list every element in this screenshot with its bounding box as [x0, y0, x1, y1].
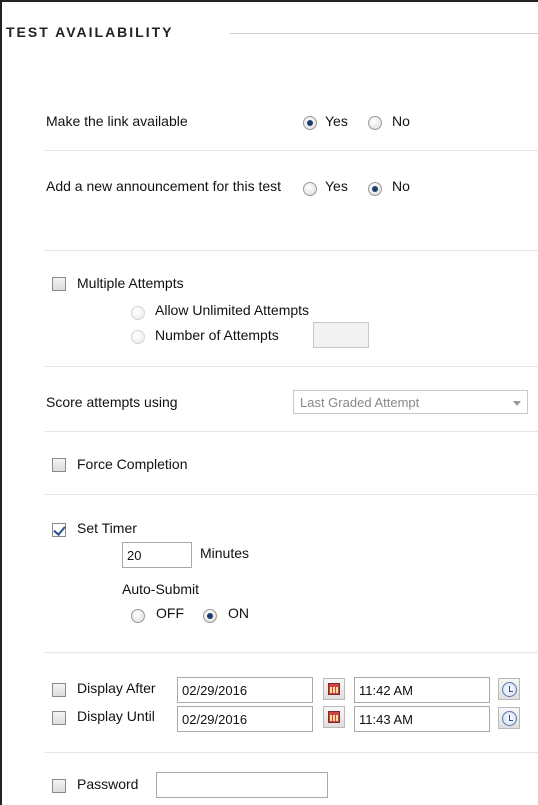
- announcement-yes-radio[interactable]: [303, 182, 317, 196]
- password-label: Password: [77, 776, 139, 792]
- announcement-no-radio[interactable]: [368, 182, 382, 196]
- auto-submit-off-label: OFF: [156, 605, 184, 621]
- row-divider: [44, 150, 538, 151]
- link-available-no-label: No: [392, 113, 410, 129]
- calendar-icon: [328, 711, 340, 723]
- row-divider: [44, 431, 538, 432]
- title-divider: [230, 33, 538, 34]
- display-after-checkbox[interactable]: [52, 683, 66, 697]
- set-timer-checkbox[interactable]: [52, 523, 66, 537]
- display-until-time-input[interactable]: [354, 706, 490, 732]
- number-of-attempts-input[interactable]: [313, 322, 369, 348]
- display-after-date-input[interactable]: [177, 677, 313, 703]
- row-divider: [44, 366, 538, 367]
- timer-minutes-input[interactable]: [122, 542, 192, 568]
- section-title: TEST AVAILABILITY: [6, 24, 174, 40]
- display-until-clock-button[interactable]: [498, 707, 520, 729]
- auto-submit-label: Auto-Submit: [122, 581, 200, 597]
- announcement-yes-label: Yes: [325, 178, 348, 194]
- auto-submit-on-radio[interactable]: [203, 609, 217, 623]
- row-divider: [44, 250, 538, 251]
- clock-icon: [502, 682, 517, 697]
- display-until-calendar-button[interactable]: [323, 706, 345, 728]
- row-divider: [44, 752, 538, 753]
- number-of-attempts-label: Number of Attempts: [155, 327, 279, 343]
- force-completion-label: Force Completion: [77, 456, 188, 472]
- display-after-clock-button[interactable]: [498, 678, 520, 700]
- display-until-date-input[interactable]: [177, 706, 313, 732]
- auto-submit-on-label: ON: [228, 605, 249, 621]
- display-after-label: Display After: [77, 680, 156, 696]
- score-attempts-select[interactable]: Last Graded Attempt: [293, 390, 528, 414]
- announcement-no-label: No: [392, 178, 410, 194]
- force-completion-checkbox[interactable]: [52, 458, 66, 472]
- chevron-down-icon: [513, 401, 521, 406]
- row-divider: [44, 652, 538, 653]
- password-input[interactable]: [156, 772, 328, 798]
- timer-minutes-label: Minutes: [200, 545, 250, 561]
- display-after-calendar-button[interactable]: [323, 678, 345, 700]
- link-available-label: Make the link available: [46, 113, 188, 129]
- link-available-yes-radio[interactable]: [303, 116, 317, 130]
- set-timer-label: Set Timer: [77, 520, 137, 536]
- announcement-label: Add a new announcement for this test: [46, 178, 282, 194]
- clock-icon: [502, 711, 517, 726]
- link-available-yes-label: Yes: [325, 113, 348, 129]
- score-attempts-label: Score attempts using: [46, 394, 178, 410]
- password-checkbox[interactable]: [52, 779, 66, 793]
- unlimited-attempts-radio[interactable]: [131, 306, 145, 320]
- display-until-checkbox[interactable]: [52, 711, 66, 725]
- score-attempts-value: Last Graded Attempt: [300, 395, 420, 410]
- link-available-no-radio[interactable]: [368, 116, 382, 130]
- multiple-attempts-checkbox[interactable]: [52, 277, 66, 291]
- number-of-attempts-radio[interactable]: [131, 330, 145, 344]
- display-after-time-input[interactable]: [354, 677, 490, 703]
- unlimited-attempts-label: Allow Unlimited Attempts: [155, 302, 310, 318]
- multiple-attempts-label: Multiple Attempts: [77, 275, 184, 291]
- row-divider: [44, 494, 538, 495]
- display-until-label: Display Until: [77, 708, 155, 724]
- calendar-icon: [328, 683, 340, 695]
- auto-submit-off-radio[interactable]: [131, 609, 145, 623]
